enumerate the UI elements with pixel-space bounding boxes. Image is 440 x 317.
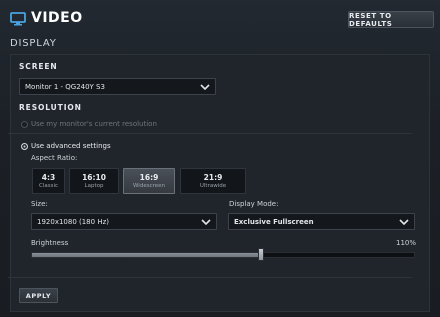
display-mode-label: Display Mode: [229, 200, 279, 208]
display-heading: DISPLAY [10, 38, 57, 49]
apply-button[interactable]: APPLY [19, 288, 58, 303]
aspect-ratio-label: Aspect Ratio: [31, 154, 78, 162]
aspect-ratio-value: 16:9 [139, 172, 159, 182]
resolution-section-label: RESOLUTION [19, 103, 82, 112]
monitor-select[interactable]: Monitor 1 - QG240Y S3 [19, 78, 216, 95]
video-settings-window: VIDEO RESET TO DEFAULTS DISPLAY SCREEN M… [0, 0, 440, 317]
aspect-option-16-9[interactable]: 16:9 Widescreen [123, 168, 175, 194]
header-bar: VIDEO RESET TO DEFAULTS [0, 0, 440, 36]
aspect-ratio-name: Widescreen [132, 182, 165, 189]
page-title: VIDEO [31, 10, 83, 26]
brightness-slider-fill [32, 253, 260, 257]
aspect-ratio-value: 16:10 [82, 172, 106, 182]
radio-advanced-settings-label: Use advanced settings [31, 142, 111, 150]
brightness-value: 110% [396, 239, 417, 247]
chevron-down-icon [399, 219, 409, 226]
radio-current-resolution[interactable] [21, 121, 28, 128]
chevron-down-icon [200, 84, 210, 91]
brightness-slider-thumb[interactable] [258, 248, 264, 261]
radio-current-resolution-label: Use my monitor's current resolution [31, 120, 157, 128]
aspect-option-16-10[interactable]: 16:10 Laptop [69, 168, 119, 194]
aspect-ratio-value: 4:3 [41, 172, 56, 182]
size-select-value: 1920x1080 (180 Hz) [37, 217, 109, 226]
size-select[interactable]: 1920x1080 (180 Hz) [31, 213, 217, 230]
aspect-ratio-name: Ultrawide [199, 182, 227, 189]
brightness-slider-track[interactable] [31, 252, 415, 258]
divider [8, 133, 412, 134]
aspect-ratio-name: Laptop [84, 182, 104, 189]
aspect-option-4-3[interactable]: 4:3 Classic [32, 168, 65, 194]
monitor-icon [10, 12, 26, 26]
screen-section-label: SCREEN [19, 62, 58, 71]
radio-advanced-settings[interactable] [21, 143, 28, 150]
aspect-ratio-value: 21:9 [203, 172, 223, 182]
reset-to-defaults-button[interactable]: RESET TO DEFAULTS [348, 11, 434, 28]
monitor-select-value: Monitor 1 - QG240Y S3 [25, 82, 105, 91]
aspect-ratio-name: Classic [38, 182, 59, 189]
divider [8, 277, 412, 278]
size-label: Size: [31, 200, 48, 208]
display-mode-select[interactable]: Exclusive Fullscreen [228, 213, 415, 230]
chevron-down-icon [201, 219, 211, 226]
aspect-option-21-9[interactable]: 21:9 Ultrawide [180, 168, 246, 194]
brightness-label: Brightness [31, 239, 69, 247]
display-mode-value: Exclusive Fullscreen [234, 217, 314, 226]
